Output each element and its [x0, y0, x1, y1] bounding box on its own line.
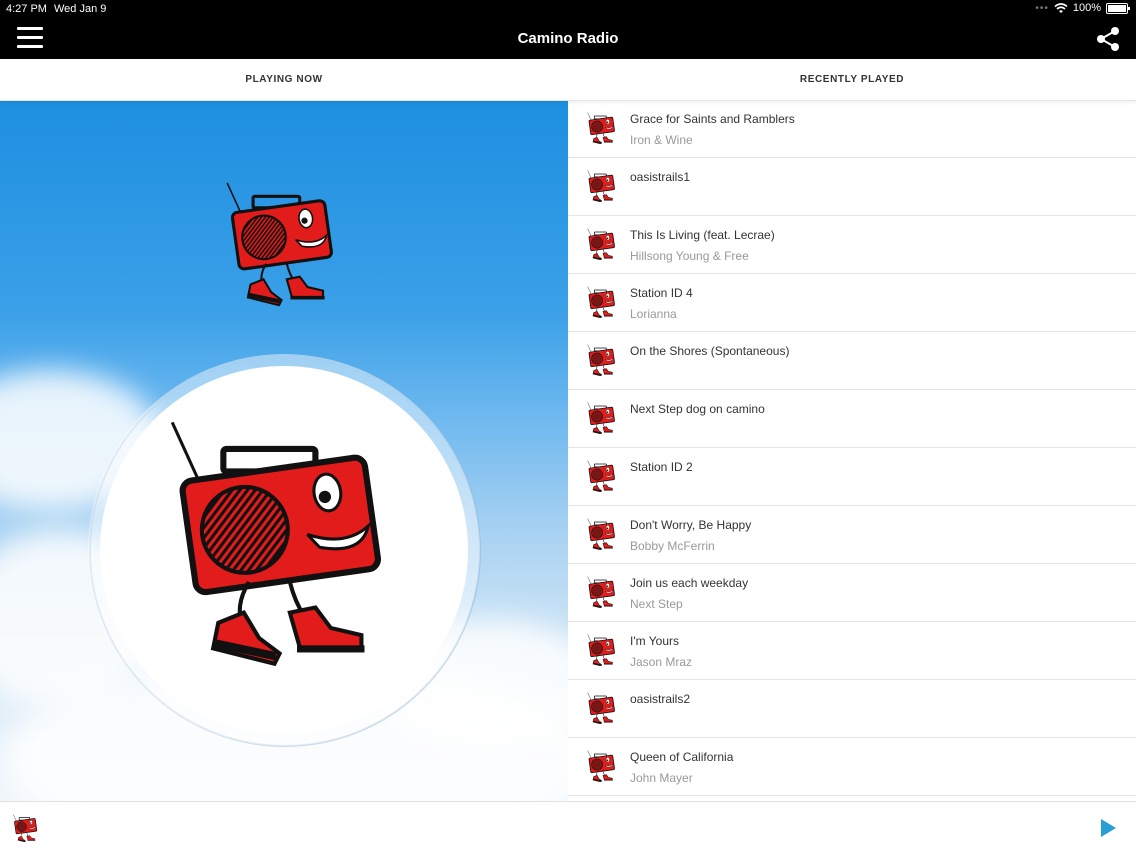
- station-thumbnail-icon: [586, 286, 616, 318]
- station-logo-large: [162, 406, 387, 676]
- station-thumbnail-icon: [586, 692, 616, 724]
- status-time: 4:27 PM: [6, 3, 47, 15]
- track-artist: Hillsong Young & Free: [630, 249, 749, 263]
- track-title: oasistrails1: [630, 170, 691, 184]
- track-title: Station ID 4: [630, 286, 693, 300]
- mini-player: [0, 801, 1136, 853]
- track-title: Don't Worry, Be Happy: [630, 518, 752, 532]
- station-thumbnail-icon: [586, 750, 616, 782]
- play-icon[interactable]: [1099, 818, 1117, 838]
- station-thumbnail-icon: [586, 402, 616, 434]
- wifi-icon: [1054, 2, 1068, 13]
- app-title: Camino Radio: [517, 30, 619, 47]
- battery-icon: [1106, 2, 1130, 14]
- list-item[interactable]: This Is Living (feat. Lecrae) Hillsong Yo…: [568, 216, 1136, 274]
- track-title: Grace for Saints and Ramblers: [630, 112, 795, 126]
- list-item[interactable]: On the Shores (Spontaneous): [568, 332, 1136, 390]
- station-thumbnail: [12, 814, 38, 842]
- track-title: On the Shores (Spontaneous): [630, 344, 790, 358]
- track-title: Join us each weekday: [630, 576, 749, 590]
- list-item[interactable]: Queen of California John Mayer: [568, 738, 1136, 796]
- list-item[interactable]: Next Step dog on camino: [568, 390, 1136, 448]
- track-title: oasistrails2: [630, 692, 691, 706]
- album-artwork: [100, 366, 468, 734]
- track-title: I'm Yours: [630, 634, 679, 648]
- station-logo-small: [222, 178, 336, 308]
- app-header: Camino Radio: [0, 18, 1136, 59]
- station-thumbnail-icon: [586, 344, 616, 376]
- share-icon[interactable]: [1096, 26, 1120, 52]
- track-artist: Lorianna: [630, 307, 677, 321]
- multitasking-dots-icon: •••: [1035, 2, 1049, 14]
- status-date: Wed Jan 9: [54, 3, 107, 15]
- status-bar: 4:27 PM Wed Jan 9 ••• 100%: [0, 0, 1136, 18]
- now-playing-panel: [0, 100, 568, 801]
- recently-played-list: Grace for Saints and Ramblers Iron & Wine…: [568, 100, 1136, 801]
- list-item[interactable]: Station ID 2: [568, 448, 1136, 506]
- track-artist: Jason Mraz: [630, 655, 693, 669]
- station-thumbnail-icon: [586, 634, 616, 666]
- list-item[interactable]: I'm Yours Jason Mraz: [568, 622, 1136, 680]
- track-title: Queen of California: [630, 750, 734, 764]
- track-title: Next Step dog on camino: [630, 402, 765, 416]
- station-thumbnail-icon: [586, 170, 616, 202]
- status-right: ••• 100%: [1035, 2, 1130, 14]
- tab-playing-now[interactable]: PLAYING NOW: [0, 59, 568, 100]
- tab-recently-played[interactable]: RECENTLY PLAYED: [568, 59, 1136, 100]
- tab-bar: PLAYING NOW RECENTLY PLAYED: [0, 59, 1136, 101]
- station-thumbnail-icon: [586, 228, 616, 260]
- battery-percent: 100%: [1072, 2, 1101, 14]
- station-thumbnail-icon: [586, 576, 616, 608]
- track-title: This Is Living (feat. Lecrae): [630, 228, 775, 242]
- list-item[interactable]: Grace for Saints and Ramblers Iron & Wine: [568, 100, 1136, 158]
- list-item[interactable]: oasistrails1: [568, 158, 1136, 216]
- track-artist: Next Step: [630, 597, 683, 611]
- list-item[interactable]: Join us each weekday Next Step: [568, 564, 1136, 622]
- station-thumbnail-icon: [586, 460, 616, 492]
- track-artist: John Mayer: [630, 771, 693, 785]
- list-item[interactable]: Station ID 4 Lorianna: [568, 274, 1136, 332]
- track-title: Station ID 2: [630, 460, 693, 474]
- track-artist: Iron & Wine: [630, 133, 693, 147]
- station-thumbnail-icon: [586, 518, 616, 550]
- list-item[interactable]: Don't Worry, Be Happy Bobby McFerrin: [568, 506, 1136, 564]
- station-thumbnail-icon: [586, 112, 616, 144]
- track-artist: Bobby McFerrin: [630, 539, 715, 553]
- list-item[interactable]: oasistrails2: [568, 680, 1136, 738]
